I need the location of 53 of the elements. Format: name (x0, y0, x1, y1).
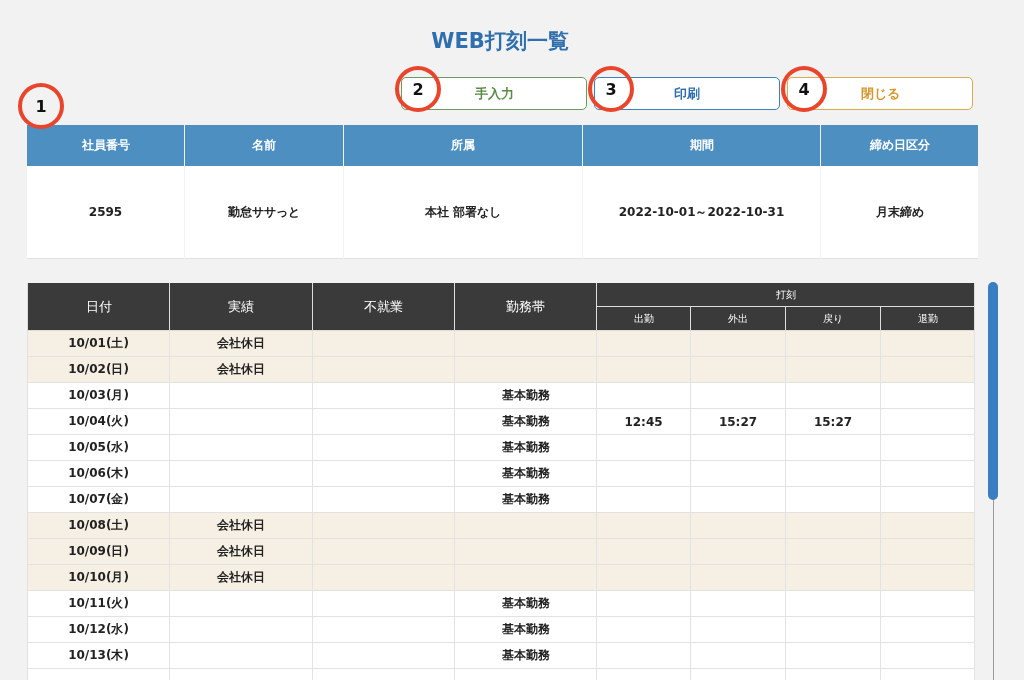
table-cell: 会社休日 (169, 564, 313, 591)
date-cell: 10/05(水) (27, 434, 170, 461)
table-cell: 会社休日 (169, 512, 313, 539)
callout-marker: 4 (781, 66, 827, 112)
date-cell: 10/11(火) (27, 590, 170, 617)
date-cell: 10/10(月) (27, 564, 170, 591)
date-cell: 10/01(土) (27, 330, 170, 357)
table-cell: 12:45 (596, 408, 691, 435)
date-cell: 10/03(月) (27, 382, 170, 409)
page-title: WEB打刻一覧 (430, 28, 570, 55)
info-value: 月末締め (821, 166, 978, 259)
table-cell: 基本勤務 (454, 408, 597, 435)
table-cell: 基本勤務 (454, 382, 597, 409)
date-cell: 10/04(火) (27, 408, 170, 435)
column-header: 実績 (169, 283, 313, 331)
table-cell: 会社休日 (169, 356, 313, 383)
column-header: 社員番号 (27, 125, 184, 166)
column-header: 勤務帯 (454, 283, 597, 331)
column-header: 退勤 (880, 306, 975, 331)
date-cell: 10/08(土) (27, 512, 170, 539)
info-value: 本社 部署なし (344, 166, 582, 259)
table-cell: 15:27 (785, 408, 881, 435)
column-header: 不就業 (312, 283, 455, 331)
table-cell: 基本勤務 (454, 642, 597, 669)
column-header: 所属 (344, 125, 582, 166)
table-cell: 基本勤務 (454, 434, 597, 461)
column-header: 外出 (690, 306, 786, 331)
date-cell: 10/02(日) (27, 356, 170, 383)
info-value: 勤怠ササっと (185, 166, 343, 259)
table-cell: 基本勤務 (454, 616, 597, 643)
table-cell: 会社休日 (169, 330, 313, 357)
column-header: 締め日区分 (821, 125, 978, 166)
info-value: 2595 (27, 166, 184, 259)
column-header: 名前 (185, 125, 343, 166)
column-header: 期間 (583, 125, 820, 166)
date-cell: 10/06(木) (27, 460, 170, 487)
scrollbar-thumb[interactable] (988, 282, 998, 500)
callout-marker: 3 (588, 66, 634, 112)
callout-marker: 2 (395, 66, 441, 112)
column-header: 戻り (785, 306, 881, 331)
table-cell: 会社休日 (169, 538, 313, 565)
column-group-header: 打刻 (596, 283, 975, 307)
info-value: 2022-10-01～2022-10-31 (583, 166, 820, 259)
date-cell: 10/07(金) (27, 486, 170, 513)
table-cell: 15:27 (690, 408, 786, 435)
date-cell: 10/09(日) (27, 538, 170, 565)
date-cell: 10/12(水) (27, 616, 170, 643)
table-cell: 基本勤務 (454, 486, 597, 513)
table-cell: 基本勤務 (454, 590, 597, 617)
date-cell: 10/13(木) (27, 642, 170, 669)
column-header: 日付 (27, 283, 170, 331)
column-header: 出勤 (596, 306, 691, 331)
table-cell: 基本勤務 (454, 460, 597, 487)
